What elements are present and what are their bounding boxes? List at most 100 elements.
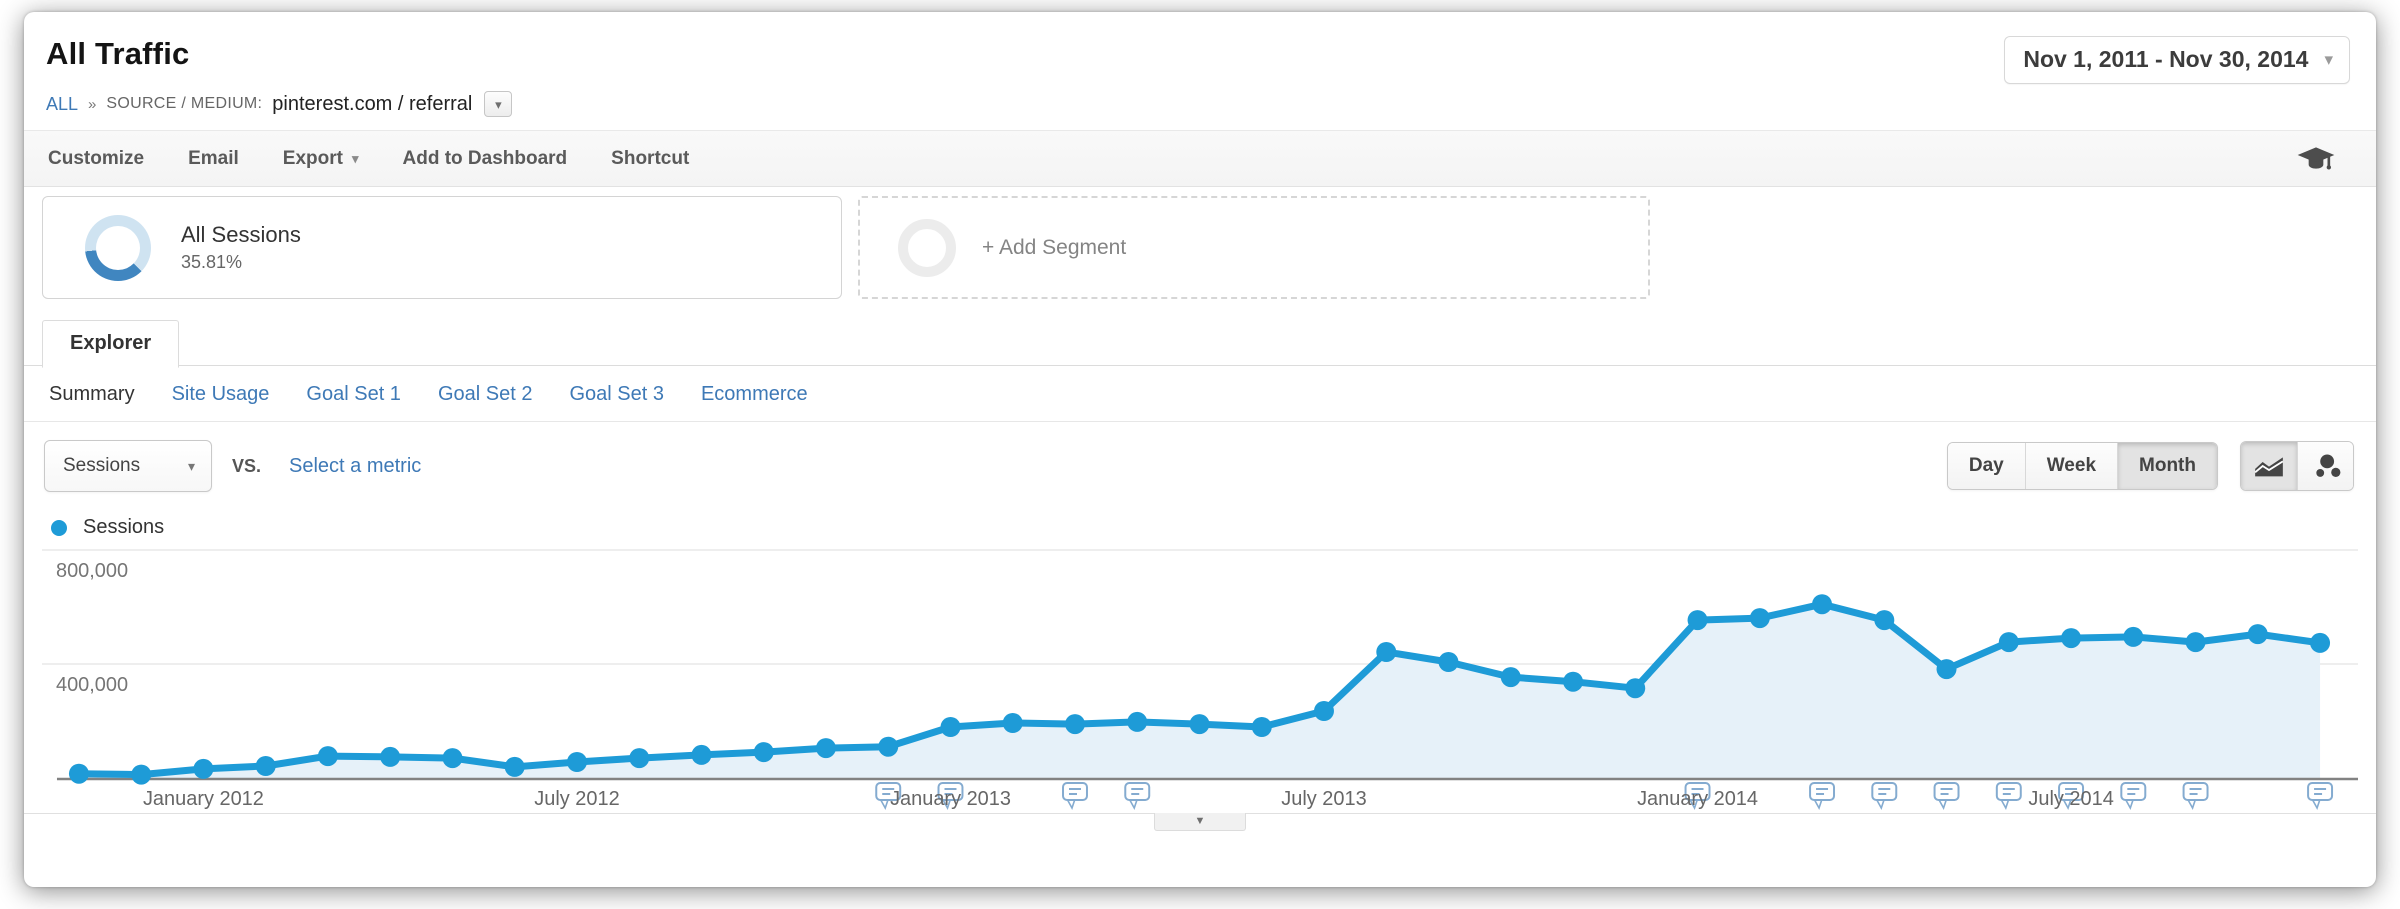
collapse-caret-icon: ▼ xyxy=(1195,816,1206,827)
breadcrumb-separator: » xyxy=(88,96,96,113)
chevron-down-icon: ▾ xyxy=(188,459,195,473)
breadcrumb-dimension-label: SOURCE / MEDIUM: xyxy=(106,95,262,113)
data-point[interactable] xyxy=(878,737,898,757)
annotation-marker[interactable] xyxy=(1872,783,1896,808)
annotation-marker[interactable] xyxy=(1125,783,1149,808)
annotation-marker[interactable] xyxy=(1935,783,1959,808)
data-point[interactable] xyxy=(256,756,276,776)
all-sessions-donut xyxy=(85,215,151,281)
segment-name: All Sessions xyxy=(181,222,301,248)
data-point[interactable] xyxy=(318,746,338,766)
empty-segment-ring-icon xyxy=(898,219,956,277)
annotation-marker[interactable] xyxy=(1997,783,2021,808)
data-point[interactable] xyxy=(754,742,774,762)
export-menu-button[interactable]: Export ▾ xyxy=(283,148,359,170)
data-point[interactable] xyxy=(2186,632,2206,652)
data-point[interactable] xyxy=(443,748,463,768)
date-range-picker[interactable]: Nov 1, 2011 - Nov 30, 2014 ▾ xyxy=(2004,36,2350,84)
breadcrumb-all-link[interactable]: ALL xyxy=(46,94,78,115)
all-sessions-segment-card[interactable]: All Sessions 35.81% xyxy=(42,196,842,299)
data-point[interactable] xyxy=(1252,717,1272,737)
report-header: All Traffic Nov 1, 2011 - Nov 30, 2014 ▾… xyxy=(24,12,2376,117)
select-a-metric-link[interactable]: Select a metric xyxy=(289,455,421,478)
data-point[interactable] xyxy=(2310,633,2330,653)
series-color-dot xyxy=(51,520,67,536)
data-point[interactable] xyxy=(1065,714,1085,734)
annotations-collapse-tab[interactable]: ▼ xyxy=(1154,813,1246,831)
granularity-week-button[interactable]: Week xyxy=(2025,443,2117,489)
breadcrumb-dropdown-button[interactable]: ▾ xyxy=(484,91,512,117)
data-point[interactable] xyxy=(2123,627,2143,647)
subnav-goal-set-1[interactable]: Goal Set 1 xyxy=(306,383,401,406)
line-chart-view-button[interactable] xyxy=(2241,442,2297,490)
breadcrumb: ALL » SOURCE / MEDIUM: pinterest.com / r… xyxy=(46,91,2350,117)
data-point[interactable] xyxy=(1625,678,1645,698)
data-point[interactable] xyxy=(505,757,525,777)
shortcut-button[interactable]: Shortcut xyxy=(611,148,689,170)
customize-button[interactable]: Customize xyxy=(48,148,144,170)
data-point[interactable] xyxy=(1750,608,1770,628)
chart-area: 800,000400,000January 2012July 2012Janua… xyxy=(24,547,2376,813)
subnav-site-usage[interactable]: Site Usage xyxy=(172,383,270,406)
data-point[interactable] xyxy=(131,765,151,785)
data-point[interactable] xyxy=(1937,659,1957,679)
y-axis-label: 400,000 xyxy=(56,674,128,696)
data-point[interactable] xyxy=(1314,701,1334,721)
segments-row: All Sessions 35.81% + Add Segment xyxy=(24,187,2376,319)
metric-selector-value: Sessions xyxy=(63,455,140,477)
x-axis-label: January 2013 xyxy=(890,788,1011,810)
data-point[interactable] xyxy=(1563,672,1583,692)
add-segment-button[interactable]: + Add Segment xyxy=(858,196,1650,299)
data-point[interactable] xyxy=(941,717,961,737)
export-label: Export xyxy=(283,148,343,170)
annotation-marker[interactable] xyxy=(1810,783,1834,808)
annotation-marker[interactable] xyxy=(1063,783,1087,808)
data-point[interactable] xyxy=(380,747,400,767)
data-point[interactable] xyxy=(691,745,711,765)
data-point[interactable] xyxy=(69,764,89,784)
email-button[interactable]: Email xyxy=(188,148,239,170)
series-legend-label: Sessions xyxy=(83,516,164,539)
data-point[interactable] xyxy=(193,759,213,779)
report-toolbar: Customize Email Export ▾ Add to Dashboar… xyxy=(24,130,2376,187)
subnav-ecommerce[interactable]: Ecommerce xyxy=(701,383,808,406)
x-axis-label: January 2012 xyxy=(143,788,264,810)
data-point[interactable] xyxy=(1812,594,1832,614)
subnav-goal-set-3[interactable]: Goal Set 3 xyxy=(569,383,664,406)
chart-legend: Sessions xyxy=(24,500,2376,547)
data-point[interactable] xyxy=(1003,713,1023,733)
motion-chart-view-button[interactable] xyxy=(2297,442,2353,490)
subnav-summary[interactable]: Summary xyxy=(49,383,135,406)
data-point[interactable] xyxy=(629,748,649,768)
granularity-month-button[interactable]: Month xyxy=(2117,443,2217,489)
metric-selector-dropdown[interactable]: Sessions ▾ xyxy=(44,440,212,492)
data-point[interactable] xyxy=(1376,642,1396,662)
x-axis-label: July 2014 xyxy=(2028,788,2113,810)
sessions-timeseries-chart[interactable]: 800,000400,000January 2012July 2012Janua… xyxy=(42,547,2358,813)
data-point[interactable] xyxy=(1874,610,1894,630)
data-point[interactable] xyxy=(2061,628,2081,648)
data-point[interactable] xyxy=(1688,610,1708,630)
x-axis-label: January 2014 xyxy=(1637,788,1758,810)
data-point[interactable] xyxy=(567,752,587,772)
x-axis-label: July 2013 xyxy=(1281,788,1366,810)
tab-explorer[interactable]: Explorer xyxy=(42,320,179,368)
annotation-marker[interactable] xyxy=(2121,783,2145,808)
granularity-day-button[interactable]: Day xyxy=(1948,443,2025,489)
data-point[interactable] xyxy=(2248,624,2268,644)
annotation-marker[interactable] xyxy=(2184,783,2208,808)
data-point[interactable] xyxy=(1127,712,1147,732)
add-to-dashboard-button[interactable]: Add to Dashboard xyxy=(403,148,568,170)
data-point[interactable] xyxy=(1999,632,2019,652)
chart-type-button-group xyxy=(2240,441,2354,491)
subnav-goal-set-2[interactable]: Goal Set 2 xyxy=(438,383,533,406)
data-point[interactable] xyxy=(1501,667,1521,687)
explorer-subnav: Summary Site Usage Goal Set 1 Goal Set 2… xyxy=(24,366,2376,422)
metric-controls-row: Sessions ▾ VS. Select a metric Day Week … xyxy=(24,422,2376,500)
data-point[interactable] xyxy=(1438,652,1458,672)
page-title: All Traffic xyxy=(46,36,189,72)
graduation-cap-icon[interactable] xyxy=(2296,145,2336,173)
data-point[interactable] xyxy=(1190,714,1210,734)
annotation-marker[interactable] xyxy=(2308,783,2332,808)
data-point[interactable] xyxy=(816,738,836,758)
